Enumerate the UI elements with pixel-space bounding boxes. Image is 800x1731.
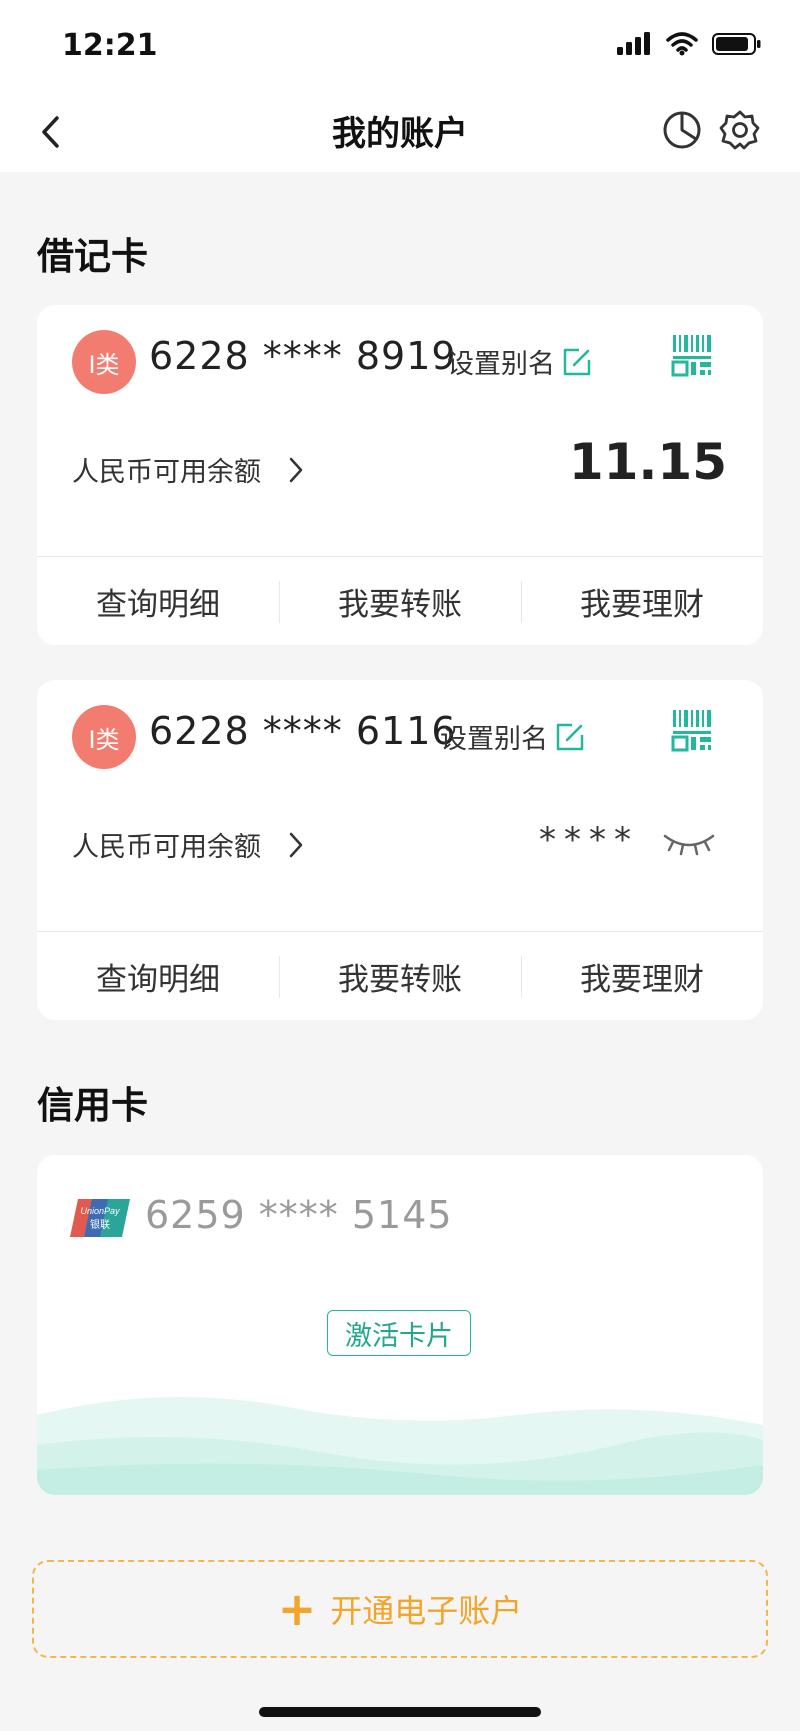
query-details-button[interactable]: 查询明细 <box>37 954 279 999</box>
status-icons <box>616 32 762 56</box>
status-bar: 12:21 <box>0 0 800 92</box>
card-number: 6228 **** 8919 <box>149 334 457 378</box>
card-number: 6228 **** 6116 <box>149 709 457 753</box>
card-class-badge: I类 <box>72 330 136 394</box>
debit-card-1: I类 6228 **** 8919 设置别名 人民币可用余额 11.15 查询明… <box>37 305 763 645</box>
svg-text:银联: 银联 <box>90 1218 110 1231</box>
open-e-account-button[interactable]: + 开通电子账户 <box>32 1560 768 1658</box>
credit-card-number: 6259 **** 5145 <box>145 1193 453 1237</box>
open-e-account-label: 开通电子账户 <box>330 1592 523 1630</box>
balance-label: 人民币可用余额 <box>72 832 261 863</box>
plus-icon: + <box>277 1582 317 1636</box>
cellular-signal-icon <box>617 32 650 55</box>
qr-code-icon[interactable] <box>671 333 715 377</box>
wifi-icon <box>666 32 698 56</box>
gear-icon[interactable] <box>718 108 762 152</box>
card-class-badge: I类 <box>72 705 136 769</box>
balance-label-button[interactable]: 人民币可用余额 <box>72 825 305 864</box>
qr-code-icon[interactable] <box>671 708 715 752</box>
balance-label: 人民币可用余额 <box>72 457 261 488</box>
query-details-button[interactable]: 查询明细 <box>37 579 279 624</box>
pie-chart-icon[interactable] <box>660 108 704 152</box>
section-title-credit: 信用卡 <box>37 1084 148 1127</box>
set-alias-label: 设置别名 <box>447 349 555 380</box>
set-alias-button[interactable]: 设置别名 <box>440 717 586 756</box>
chevron-right-icon <box>289 832 303 857</box>
card-actions: 查询明细 我要转账 我要理财 <box>37 932 763 1020</box>
unionpay-logo-icon: UnionPay 银联 <box>70 1199 130 1237</box>
wealth-button[interactable]: 我要理财 <box>521 954 763 999</box>
card-actions: 查询明细 我要转账 我要理财 <box>37 557 763 645</box>
edit-icon <box>563 348 591 375</box>
chevron-right-icon <box>289 457 303 482</box>
nav-bar: 我的账户 <box>0 92 800 172</box>
balance-value: 11.15 <box>568 433 727 491</box>
transfer-button[interactable]: 我要转账 <box>279 579 521 624</box>
wealth-button[interactable]: 我要理财 <box>521 579 763 624</box>
svg-text:UnionPay: UnionPay <box>80 1206 120 1216</box>
masked-balance: **** <box>539 820 639 860</box>
status-time: 12:21 <box>62 28 158 63</box>
home-indicator[interactable] <box>259 1707 541 1717</box>
debit-card-2: I类 6228 **** 6116 设置别名 人民币可用余额 **** 查询明细… <box>37 680 763 1020</box>
edit-icon <box>556 723 584 750</box>
credit-card: UnionPay 银联 6259 **** 5145 激活卡片 <box>37 1155 763 1495</box>
activate-card-button[interactable]: 激活卡片 <box>327 1310 471 1356</box>
transfer-button[interactable]: 我要转账 <box>279 954 521 999</box>
balance-label-button[interactable]: 人民币可用余额 <box>72 450 305 489</box>
section-title-debit: 借记卡 <box>37 235 148 278</box>
battery-icon <box>712 33 761 55</box>
set-alias-button[interactable]: 设置别名 <box>447 342 593 381</box>
eye-closed-icon[interactable] <box>661 828 717 858</box>
wave-decoration <box>37 1397 763 1495</box>
set-alias-label: 设置别名 <box>440 724 548 755</box>
